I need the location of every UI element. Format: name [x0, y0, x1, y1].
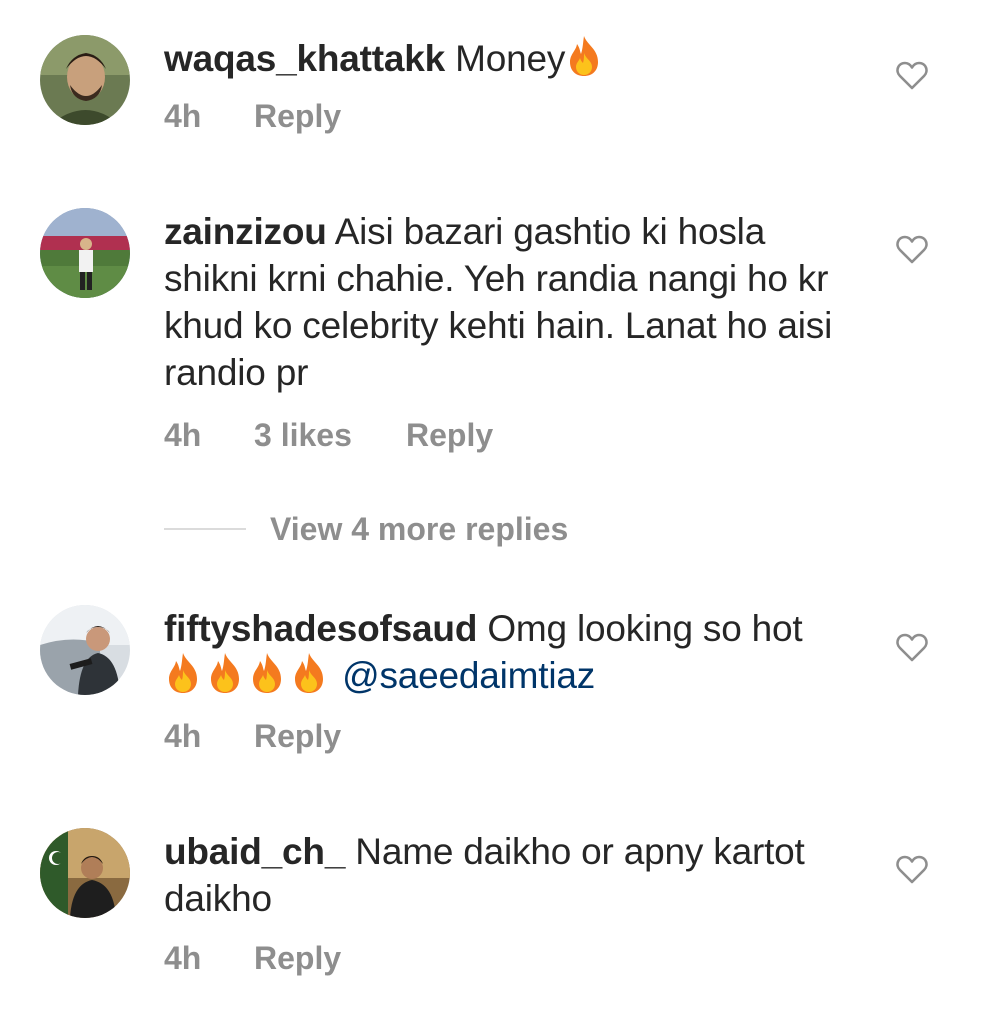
comment-body: zainzizou Aisi bazari gashtio ki hosla s…: [164, 208, 864, 396]
view-more-replies-button[interactable]: View 4 more replies: [164, 507, 568, 551]
comment-text: Omg looking so hot: [487, 608, 803, 649]
heart-outline-icon[interactable]: [896, 854, 928, 884]
fire-emoji-icon: [164, 652, 202, 694]
avatar[interactable]: [40, 35, 130, 125]
comment-time: 4h: [164, 98, 202, 134]
avatar[interactable]: [40, 208, 130, 298]
avatar[interactable]: [40, 605, 130, 695]
reply-button[interactable]: Reply: [254, 98, 341, 135]
fire-emoji-icon: [206, 652, 244, 694]
comment-body: fiftyshadesofsaud Omg looking so hot @sa…: [164, 605, 864, 699]
comment-time: 4h: [164, 417, 202, 453]
like-count[interactable]: 3 likes: [254, 417, 406, 454]
comment-text: Money: [455, 38, 566, 79]
heart-outline-icon[interactable]: [896, 60, 928, 90]
comment-meta: 4h 3 likes Reply: [164, 417, 493, 454]
comment-username[interactable]: ubaid_ch_: [164, 831, 345, 872]
comment-time: 4h: [164, 940, 202, 976]
avatar[interactable]: [40, 828, 130, 918]
comment-meta: 4h Reply: [164, 940, 341, 977]
heart-outline-icon[interactable]: [896, 632, 928, 662]
view-more-replies-label[interactable]: View 4 more replies: [270, 511, 568, 548]
fire-emoji-icon: [565, 35, 603, 77]
mention-link[interactable]: @saeedaimtiaz: [342, 655, 595, 696]
reply-button[interactable]: Reply: [254, 940, 341, 977]
comment-body: waqas_khattakk Money: [164, 35, 864, 82]
comment-username[interactable]: zainzizou: [164, 211, 327, 252]
comment-meta: 4h Reply: [164, 718, 341, 755]
reply-button[interactable]: Reply: [406, 417, 493, 454]
comment-meta: 4h Reply: [164, 98, 341, 135]
reply-button[interactable]: Reply: [254, 718, 341, 755]
replies-divider: [164, 528, 246, 530]
comment-username[interactable]: fiftyshadesofsaud: [164, 608, 477, 649]
heart-outline-icon[interactable]: [896, 234, 928, 264]
comment-body: ubaid_ch_ Name daikho or apny kartot dai…: [164, 828, 864, 922]
fire-emoji-icon: [248, 652, 286, 694]
comment-username[interactable]: waqas_khattakk: [164, 38, 445, 79]
comment-time: 4h: [164, 718, 202, 754]
fire-emoji-icon: [290, 652, 328, 694]
